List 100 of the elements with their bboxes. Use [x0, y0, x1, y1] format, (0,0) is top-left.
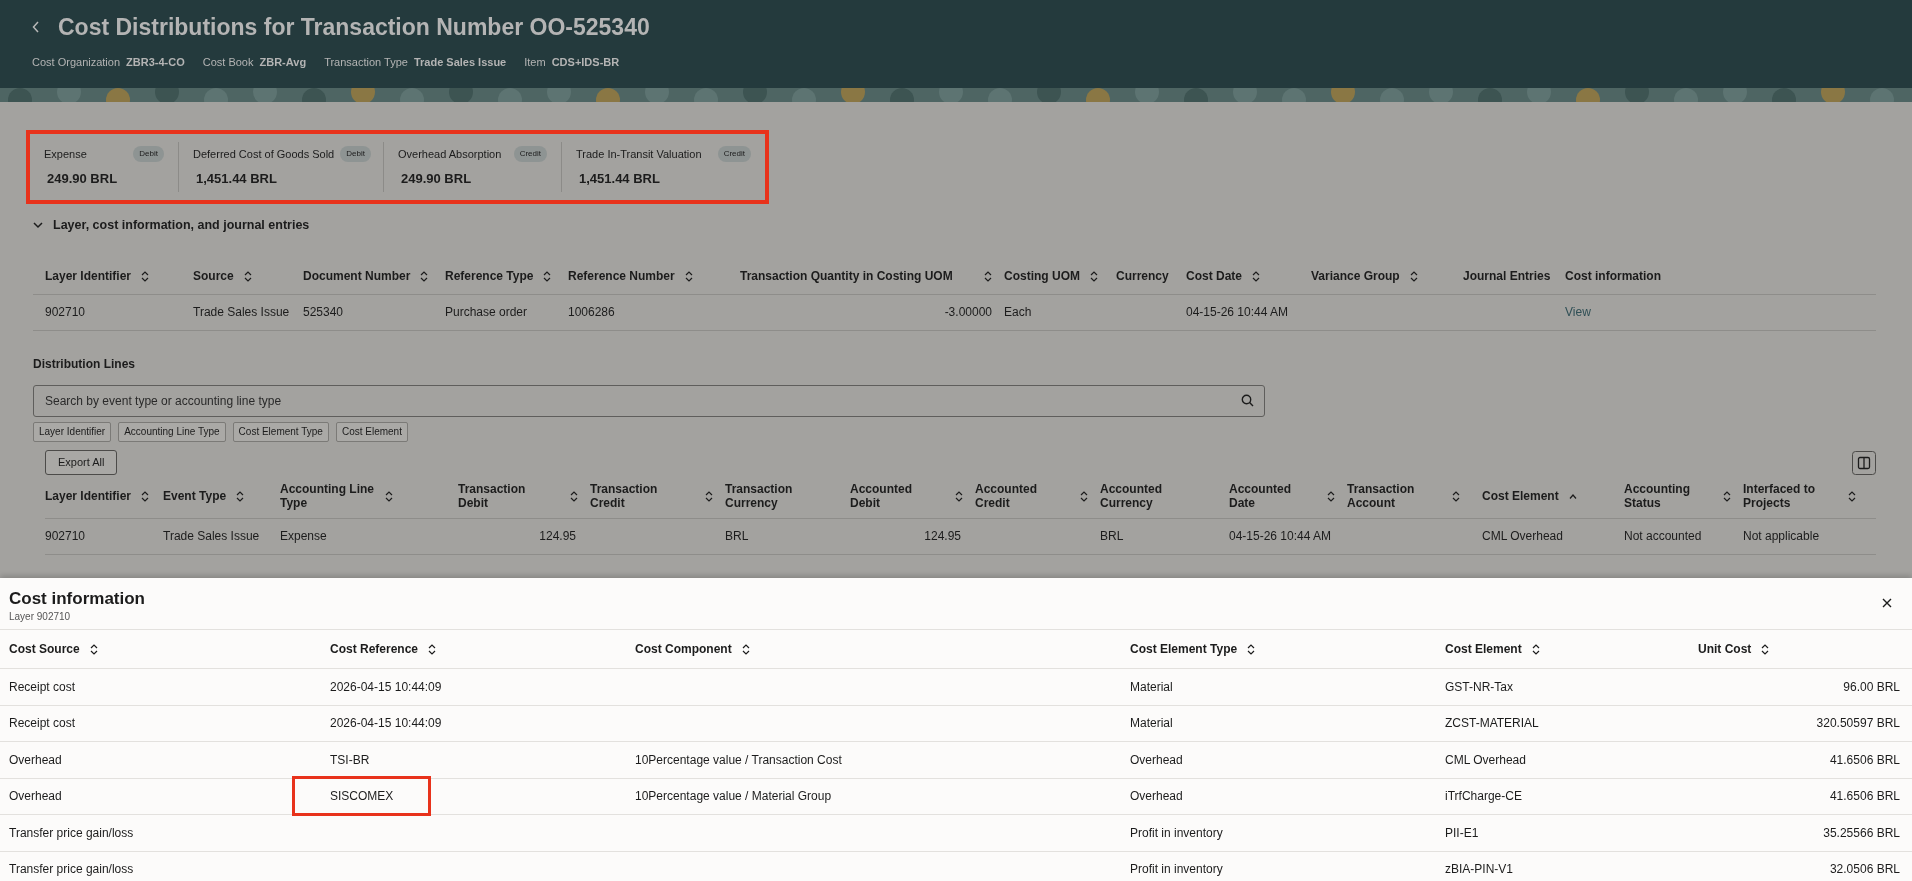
- search-field[interactable]: Search by event type or accounting line type: [33, 384, 1265, 417]
- table-cell: Not applicable: [1743, 529, 1820, 544]
- close-icon[interactable]: [1882, 598, 1892, 608]
- meta-label: Cost Book: [202, 54, 254, 70]
- table-cell: 10Percentage value / Transaction Cost: [635, 752, 842, 767]
- column-header: Cost Element: [1445, 641, 1522, 658]
- sort-icon[interactable]: [1247, 643, 1256, 655]
- columns-icon[interactable]: [1852, 450, 1876, 475]
- column-header: Cost Reference: [330, 641, 419, 658]
- sort-icon[interactable]: [1848, 490, 1856, 502]
- section-title: Distribution Lines: [33, 355, 136, 373]
- column-header: Document Number: [303, 269, 411, 284]
- sort-icon[interactable]: [141, 490, 150, 502]
- column-header: Layer Identifier: [45, 489, 132, 504]
- sort-icon[interactable]: [243, 270, 252, 282]
- table-cell: 124.95: [539, 529, 576, 544]
- table-cell: Overhead: [9, 789, 62, 804]
- table-cell: PII-E1: [1445, 825, 1479, 840]
- table-cell: CML Overhead: [1445, 752, 1526, 767]
- sort-icon[interactable]: [984, 270, 992, 282]
- sort-icon[interactable]: [1090, 270, 1098, 282]
- sort-icon[interactable]: [1327, 490, 1335, 502]
- table-cell: Overhead: [1130, 789, 1183, 804]
- view-link[interactable]: View: [1565, 303, 1591, 322]
- table-cell: Profit in inventory: [1130, 862, 1223, 877]
- sort-icon[interactable]: [955, 490, 963, 502]
- sort-icon[interactable]: [543, 270, 552, 282]
- sort-icon[interactable]: [1723, 490, 1731, 502]
- type-badge: Credit: [513, 146, 547, 163]
- table-cell: zBIA-PIN-V1: [1445, 862, 1513, 877]
- summary-label: Trade In-Transit Valuation: [576, 147, 702, 162]
- summary-label: Overhead Absorption: [398, 147, 502, 162]
- filter-chip[interactable]: Cost Element: [335, 421, 408, 442]
- table-cell: 04-15-26 10:44 AM: [1186, 305, 1289, 320]
- sort-icon[interactable]: [1761, 643, 1770, 655]
- table-cell: Trade Sales Issue: [163, 529, 260, 544]
- sort-icon[interactable]: [428, 643, 437, 655]
- sort-icon[interactable]: [89, 643, 98, 655]
- table-cell: ZCST-MATERIAL: [1445, 716, 1539, 731]
- column-header: Cost Date: [1186, 269, 1242, 284]
- column-header: Cost information: [1565, 269, 1661, 284]
- table-cell: Trade Sales Issue: [193, 305, 290, 320]
- column-header: Transaction Credit: [590, 482, 659, 511]
- sort-icon[interactable]: [1531, 643, 1540, 655]
- column-header: Event Type: [163, 489, 227, 504]
- sort-icon[interactable]: [385, 490, 393, 502]
- table-cell: GST-NR-Tax: [1445, 679, 1513, 694]
- sort-icon[interactable]: [1452, 490, 1460, 502]
- sort-ascending-icon[interactable]: [1568, 493, 1577, 499]
- table-cell: SISCOMEX: [330, 789, 394, 804]
- table-cell: Not accounted: [1624, 529, 1702, 544]
- column-header: Transaction Quantity in Costing UOM: [740, 269, 953, 284]
- sort-icon[interactable]: [741, 643, 750, 655]
- column-header: Unit Cost: [1698, 641, 1752, 658]
- sort-icon[interactable]: [1080, 490, 1088, 502]
- type-badge: Debit: [340, 146, 371, 163]
- export-all-button[interactable]: Export All: [45, 449, 118, 475]
- chevron-down-icon[interactable]: [33, 220, 43, 231]
- sort-icon[interactable]: [684, 270, 693, 282]
- sort-icon[interactable]: [1409, 270, 1418, 282]
- column-header: Reference Type: [445, 269, 534, 284]
- meta-value: Trade Sales Issue: [413, 54, 507, 70]
- column-header: Transaction Debit: [458, 482, 527, 511]
- sort-icon[interactable]: [570, 490, 578, 502]
- column-header: Transaction Currency: [725, 482, 794, 511]
- column-header: Source: [193, 269, 234, 284]
- summary-amount: 249.90 BRL: [400, 169, 473, 188]
- sort-icon[interactable]: [141, 270, 150, 282]
- column-header: Accounted Credit: [975, 482, 1038, 511]
- table-cell: Transfer price gain/loss: [9, 825, 134, 840]
- page-title: Cost Distributions for Transaction Number OO-525340: [58, 13, 650, 42]
- table-cell: 04-15-26 10:44 AM: [1229, 529, 1332, 544]
- meta-label: Item: [524, 54, 546, 70]
- column-header: Transaction Account: [1347, 482, 1416, 511]
- table-cell: 32.0506 BRL: [1829, 862, 1900, 877]
- meta-value: ZBR3-4-CO: [126, 54, 185, 70]
- search-icon[interactable]: [1241, 393, 1254, 407]
- table-cell: 2026-04-15 10:44:09: [330, 679, 442, 694]
- summary-label: Deferred Cost of Goods Sold: [193, 147, 335, 162]
- back-icon[interactable]: [32, 21, 40, 34]
- column-header: Accounting Status: [1624, 482, 1691, 511]
- summary-amount: 1,451.44 BRL: [195, 169, 278, 188]
- table-cell: Each: [1004, 305, 1032, 320]
- sort-icon[interactable]: [236, 490, 245, 502]
- drawer-subtitle: Layer 902710: [9, 610, 72, 624]
- summary-amount: 1,451.44 BRL: [578, 169, 661, 188]
- sort-icon[interactable]: [420, 270, 429, 282]
- filter-chip[interactable]: Layer Identifier: [33, 421, 112, 442]
- table-cell: Profit in inventory: [1130, 825, 1223, 840]
- type-badge: Debit: [133, 146, 164, 163]
- table-cell: BRL: [725, 529, 749, 544]
- drawer-title: Cost information: [9, 589, 145, 609]
- filter-chip[interactable]: Cost Element Type: [232, 421, 329, 442]
- column-header: Costing UOM: [1004, 269, 1080, 284]
- column-header: Reference Number: [568, 269, 675, 284]
- table-cell: Receipt cost: [9, 716, 76, 731]
- sort-icon[interactable]: [705, 490, 713, 502]
- sort-icon[interactable]: [1252, 270, 1260, 282]
- table-cell: 96.00 BRL: [1843, 679, 1900, 694]
- filter-chip[interactable]: Accounting Line Type: [118, 421, 226, 442]
